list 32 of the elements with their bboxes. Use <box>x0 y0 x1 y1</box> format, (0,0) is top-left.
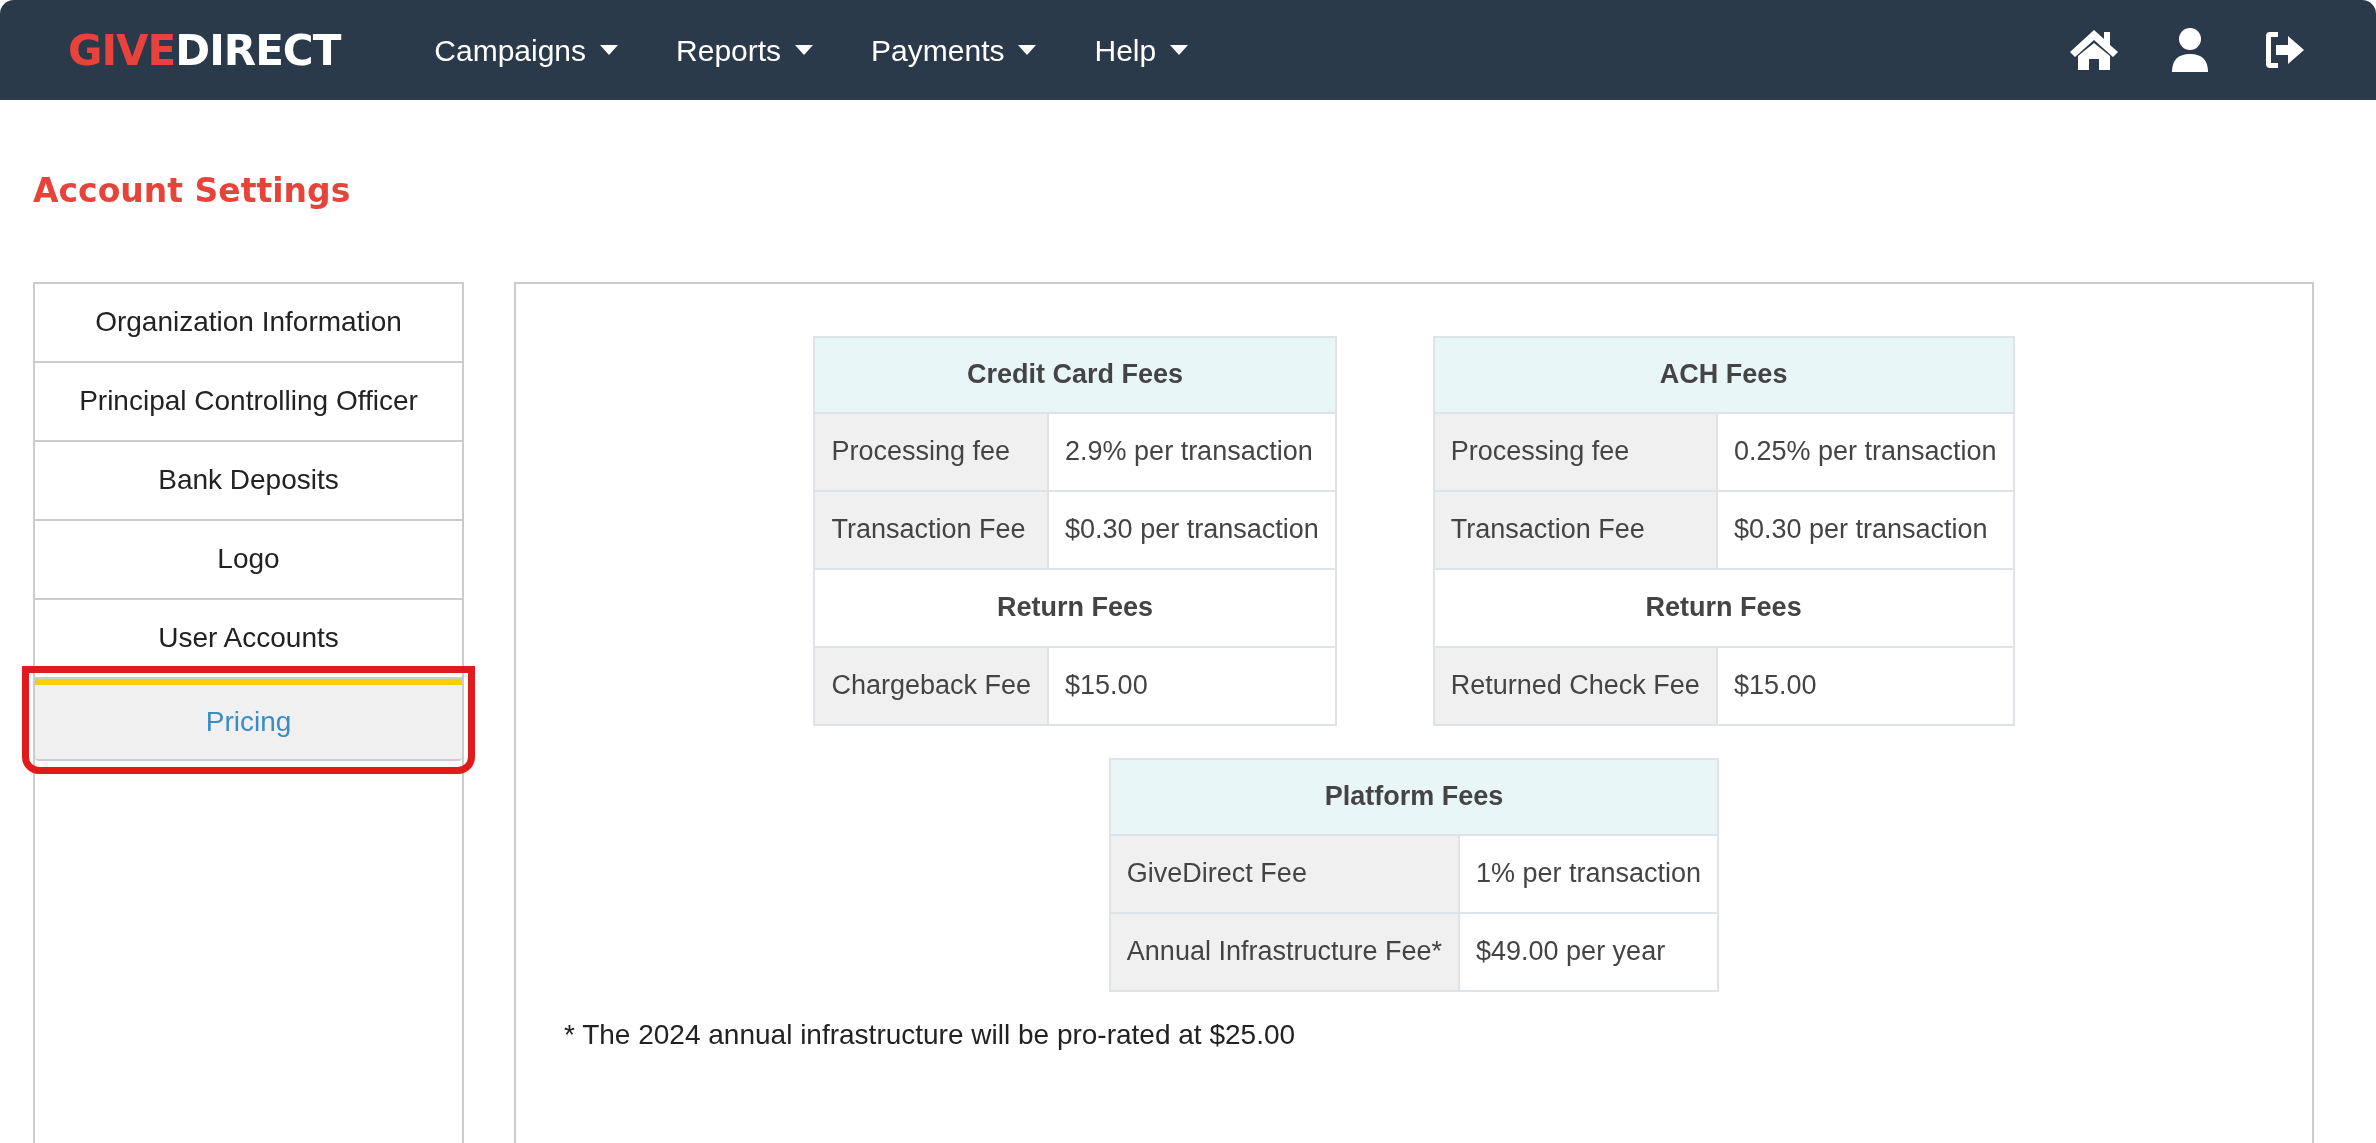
table-header: Platform Fees <box>1109 758 1719 835</box>
table-cell: GiveDirect Fee <box>1109 834 1459 913</box>
table-cell: $0.30 per transaction <box>1716 490 2014 569</box>
table-cell: Annual Infrastructure Fee* <box>1109 912 1459 991</box>
table-cell: Chargeback Fee <box>814 646 1049 725</box>
table-cell: Transaction Fee <box>1433 490 1717 569</box>
table-cell: $15.00 <box>1048 646 1336 725</box>
table-subheader: Return Fees <box>1433 568 2014 647</box>
logo[interactable]: GIVEDIRECT <box>68 18 341 82</box>
caret-icon <box>1170 45 1189 55</box>
table-cell: Processing fee <box>1433 412 1717 491</box>
table-cell: 2.9% per transaction <box>1048 412 1336 491</box>
table-cell: 0.25% per transaction <box>1716 412 2014 491</box>
caret-icon <box>1018 45 1037 55</box>
caret-icon <box>795 45 814 55</box>
table-cell: $49.00 per year <box>1459 912 1719 991</box>
nav-menu-item[interactable]: Payments <box>871 27 1037 73</box>
table-subheader: Return Fees <box>814 568 1336 647</box>
table-header: ACH Fees <box>1433 336 2014 413</box>
table-cell: $0.30 per transaction <box>1048 490 1336 569</box>
table-cell: $15.00 <box>1716 646 2014 725</box>
table-cell: Transaction Fee <box>814 490 1049 569</box>
table-header: Credit Card Fees <box>814 336 1336 413</box>
page-title: Account Settings <box>33 170 352 212</box>
nav-menu-item[interactable]: Campaigns <box>434 27 619 73</box>
caret-icon <box>600 45 619 55</box>
nav-menu-item[interactable]: Reports <box>676 27 814 73</box>
table-cell: Returned Check Fee <box>1433 646 1717 725</box>
table-cell: Processing fee <box>814 412 1049 491</box>
footnote: * The 2024 annual infrastructure will be pro-rated at $25.00 <box>564 1017 1297 1052</box>
nav-menu-item[interactable]: Help <box>1094 27 1189 73</box>
table-cell: 1% per transaction <box>1459 834 1719 913</box>
